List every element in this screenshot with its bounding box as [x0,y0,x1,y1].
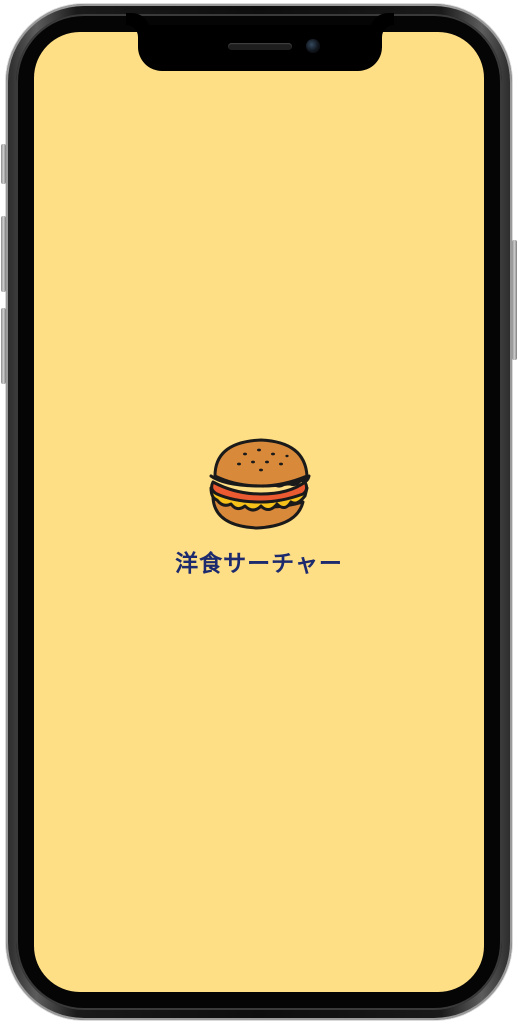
volume-up-button [1,216,6,292]
front-camera-icon [306,39,320,53]
power-button [512,240,517,360]
hamburger-icon [209,438,311,530]
splash-logo: 洋食サーチャー [34,436,484,578]
device-notch [138,25,382,71]
app-title: 洋食サーチャー [175,551,343,577]
earpiece-speaker [228,43,292,50]
splash-screen: 洋食サーチャー [34,32,484,992]
mute-switch [1,144,6,184]
volume-down-button [1,308,6,384]
